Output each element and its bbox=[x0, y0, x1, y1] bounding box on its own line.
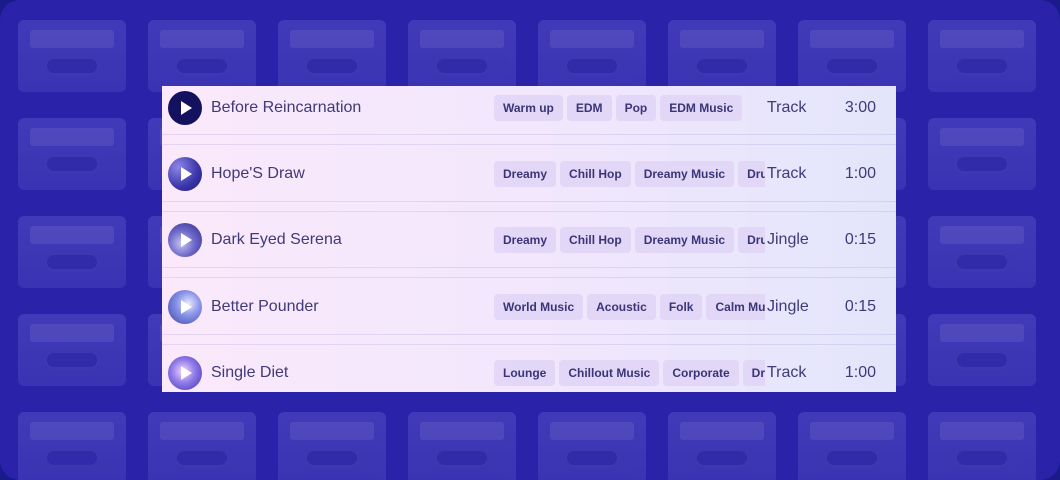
track-title[interactable]: Single Diet bbox=[211, 364, 288, 382]
tag[interactable]: Chillout Music bbox=[559, 360, 660, 386]
track-list-panel: Before Reincarnation Warm up EDM Pop EDM… bbox=[162, 86, 896, 392]
tag[interactable]: Drum bbox=[742, 360, 765, 386]
tag[interactable]: Dreamy bbox=[494, 227, 557, 253]
tag-list: World Music Acoustic Folk Calm Music bbox=[494, 294, 765, 320]
play-icon bbox=[181, 233, 192, 247]
track-type: Track bbox=[767, 364, 807, 381]
play-button[interactable] bbox=[168, 91, 202, 125]
track-duration: 1:00 bbox=[844, 165, 876, 182]
tag-list: Warm up EDM Pop EDM Music bbox=[494, 95, 765, 121]
play-icon bbox=[181, 101, 192, 115]
tag-list: Dreamy Chill Hop Dreamy Music Drum bbox=[494, 161, 765, 187]
track-type: Track bbox=[767, 165, 807, 182]
track-duration: 0:15 bbox=[844, 231, 876, 248]
track-row[interactable]: Dark Eyed Serena Dreamy Chill Hop Dreamy… bbox=[162, 218, 896, 262]
tag[interactable]: EDM Music bbox=[660, 95, 743, 121]
row-divider bbox=[162, 344, 896, 345]
track-duration: 3:00 bbox=[844, 99, 876, 116]
tag[interactable]: Pop bbox=[615, 95, 657, 121]
track-type: Track bbox=[767, 99, 807, 116]
track-title[interactable]: Dark Eyed Serena bbox=[211, 231, 342, 249]
tag-list: Lounge Chillout Music Corporate Drum bbox=[494, 360, 765, 386]
tag[interactable]: Dreamy Music bbox=[634, 161, 735, 187]
tag[interactable]: Corporate bbox=[663, 360, 739, 386]
tag[interactable]: Drum bbox=[738, 227, 765, 253]
track-row[interactable]: Hope'S Draw Dreamy Chill Hop Dreamy Musi… bbox=[162, 152, 896, 196]
tag[interactable]: Lounge bbox=[494, 360, 556, 386]
track-title[interactable]: Better Pounder bbox=[211, 298, 319, 316]
play-icon bbox=[181, 300, 192, 314]
track-type: Jingle bbox=[767, 298, 809, 315]
row-divider bbox=[162, 144, 896, 145]
tag[interactable]: EDM bbox=[566, 95, 612, 121]
play-icon bbox=[181, 167, 192, 181]
track-title[interactable]: Before Reincarnation bbox=[211, 99, 361, 117]
row-divider bbox=[162, 334, 896, 335]
row-divider bbox=[162, 201, 896, 202]
cassette-background-stage: Before Reincarnation Warm up EDM Pop EDM… bbox=[0, 0, 1060, 480]
row-divider bbox=[162, 267, 896, 268]
row-divider bbox=[162, 134, 896, 135]
tag[interactable]: Chill Hop bbox=[560, 227, 631, 253]
tag[interactable]: Acoustic bbox=[587, 294, 656, 320]
play-button[interactable] bbox=[168, 223, 202, 257]
play-icon bbox=[181, 366, 192, 380]
track-type: Jingle bbox=[767, 231, 809, 248]
track-title[interactable]: Hope'S Draw bbox=[211, 165, 305, 183]
track-row[interactable]: Before Reincarnation Warm up EDM Pop EDM… bbox=[162, 86, 896, 130]
tag[interactable]: Dreamy bbox=[494, 161, 557, 187]
row-divider bbox=[162, 277, 896, 278]
tag[interactable]: World Music bbox=[494, 294, 584, 320]
track-row[interactable]: Better Pounder World Music Acoustic Folk… bbox=[162, 285, 896, 329]
tag[interactable]: Warm up bbox=[494, 95, 563, 121]
track-row[interactable]: Single Diet Lounge Chillout Music Corpor… bbox=[162, 351, 896, 392]
tag[interactable]: Chill Hop bbox=[560, 161, 631, 187]
play-button[interactable] bbox=[168, 290, 202, 324]
tag[interactable]: Dreamy Music bbox=[634, 227, 735, 253]
track-duration: 1:00 bbox=[844, 364, 876, 381]
tag[interactable]: Folk bbox=[659, 294, 703, 320]
row-divider bbox=[162, 211, 896, 212]
play-button[interactable] bbox=[168, 157, 202, 191]
tag[interactable]: Drum bbox=[738, 161, 765, 187]
track-duration: 0:15 bbox=[844, 298, 876, 315]
tag-list: Dreamy Chill Hop Dreamy Music Drum bbox=[494, 227, 765, 253]
play-button[interactable] bbox=[168, 356, 202, 390]
tag[interactable]: Calm Music bbox=[706, 294, 765, 320]
